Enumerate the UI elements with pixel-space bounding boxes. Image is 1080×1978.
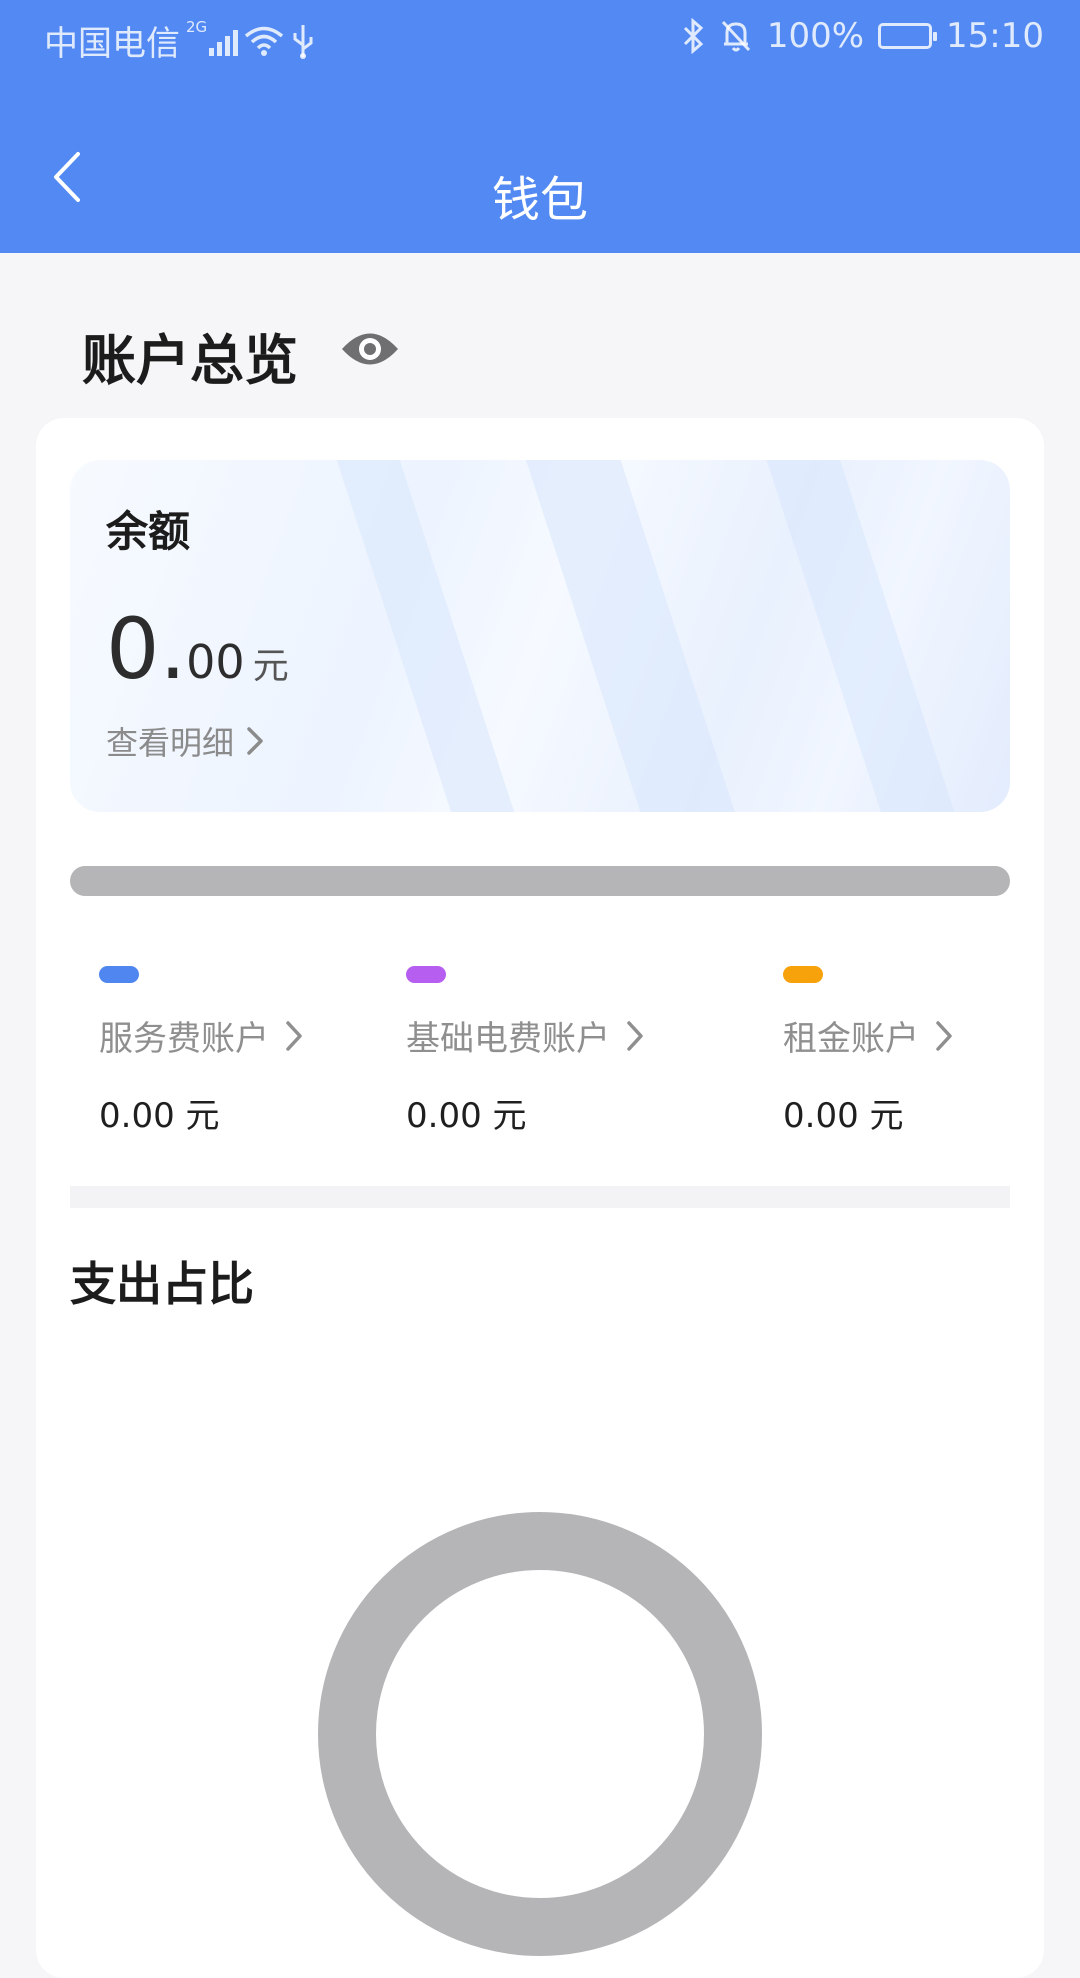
usb-icon: [293, 24, 313, 59]
carrier-label: 中国电信: [44, 24, 180, 64]
clock: 15:10: [946, 16, 1044, 56]
wifi-icon: [245, 26, 284, 56]
balance-label: 余额: [106, 507, 191, 556]
legend-dot: [99, 966, 139, 983]
overview-title: 账户总览: [82, 329, 298, 392]
account-basic-electricity[interactable]: 基础电费账户 0.00 元: [406, 966, 646, 1137]
account-value: 0.00 元: [99, 1096, 220, 1136]
expenditure-donut-chart: [318, 1512, 762, 1956]
eye-icon: [342, 333, 398, 365]
mute-bell-icon: [721, 20, 750, 52]
account-name: 基础电费账户: [406, 1019, 610, 1059]
account-rent[interactable]: 租金账户 0.00 元: [783, 966, 955, 1137]
legend-dot: [783, 966, 823, 983]
battery-percent: 100%: [766, 16, 865, 56]
nav-bar: 钱包: [0, 130, 1080, 250]
wallet-card: 余额 0. 00 元 查看明细 服务费账户 0.00 元 基础电费账户 0.00…: [36, 418, 1044, 1978]
account-name: 租金账户: [783, 1019, 919, 1059]
balance-amount-integer: 0.: [106, 600, 187, 698]
chevron-right-icon: [286, 1020, 302, 1051]
account-name: 服务费账户: [99, 1019, 269, 1059]
account-value: 0.00 元: [406, 1096, 527, 1136]
top-bar: 中国电信 2G 100% 15:10 钱包: [0, 0, 1080, 253]
chevron-right-icon: [247, 727, 263, 755]
balance-unit: 元: [252, 646, 289, 687]
network-type-label: 2G: [186, 17, 208, 36]
signal-icon: [209, 26, 239, 56]
bluetooth-icon: [683, 18, 704, 54]
balance-amount-decimal: 00: [186, 635, 245, 689]
balance-amount: 0. 00 元: [106, 600, 289, 698]
account-value: 0.00 元: [783, 1096, 904, 1136]
chevron-right-icon: [627, 1020, 643, 1051]
legend-dot: [406, 966, 446, 983]
account-service-fee[interactable]: 服务费账户 0.00 元: [99, 966, 305, 1137]
view-details-link[interactable]: 查看明细: [106, 718, 266, 764]
balance-card: 余额 0. 00 元 查看明细: [70, 460, 1010, 812]
toggle-visibility-button[interactable]: [340, 324, 400, 374]
section-divider: [70, 1186, 1010, 1208]
page-title: 钱包: [491, 172, 588, 228]
expenditure-title: 支出占比: [70, 1257, 254, 1311]
view-details-label: 查看明细: [106, 724, 235, 762]
chevron-right-icon: [936, 1020, 952, 1051]
donut-ring: [318, 1512, 762, 1956]
battery-icon: [878, 23, 938, 49]
account-distribution-bar: [70, 866, 1010, 896]
status-bar: 中国电信 2G 100% 15:10: [0, 0, 1080, 76]
